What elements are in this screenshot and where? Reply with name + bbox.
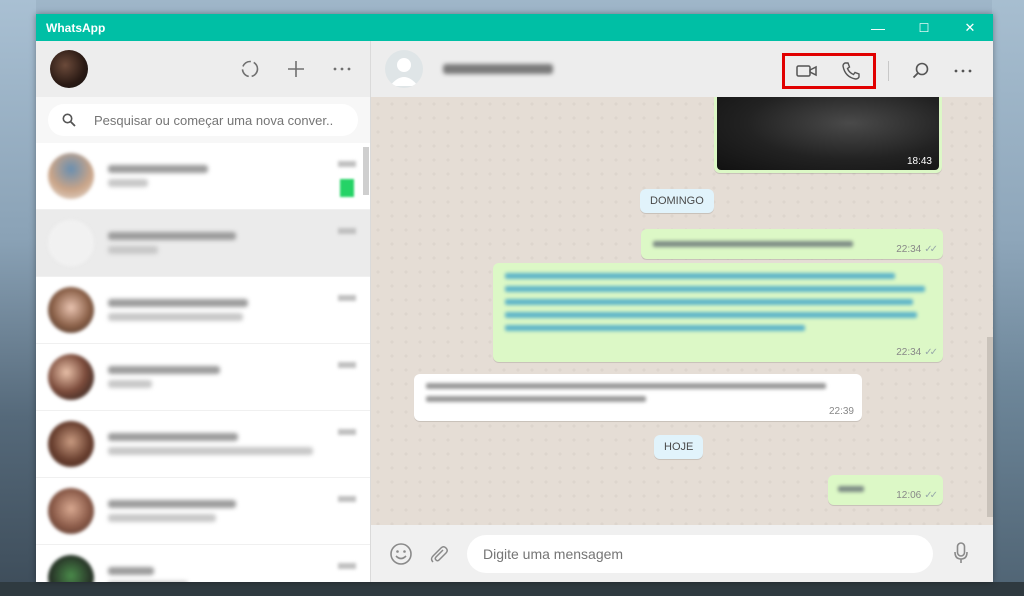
sidebar	[36, 41, 371, 582]
date-chip: DOMINGO	[640, 189, 714, 213]
voice-call-icon[interactable]	[837, 57, 865, 85]
image-message[interactable]: 18:43	[714, 97, 942, 173]
close-button[interactable]: ✕	[947, 14, 993, 41]
chat-list-item[interactable]	[36, 411, 370, 478]
desktop-background-bottom	[0, 582, 1024, 596]
message-input[interactable]	[483, 545, 903, 562]
message-bubble[interactable]: 12:06 ✓✓	[828, 475, 943, 505]
message-input-box[interactable]	[467, 534, 933, 573]
new-chat-icon[interactable]	[282, 55, 310, 83]
message-bubble[interactable]: 22:39	[414, 374, 862, 421]
default-user-icon	[390, 58, 418, 86]
read-ticks-icon: ✓✓	[924, 244, 938, 255]
minimize-button[interactable]: —	[855, 14, 901, 41]
message-time: 22:34	[896, 347, 922, 358]
chat-list-item-selected[interactable]	[36, 210, 370, 277]
emoji-icon[interactable]	[387, 540, 415, 568]
contact-name[interactable]	[443, 64, 553, 74]
desktop-background-right	[992, 0, 1024, 596]
chat-list-item[interactable]	[36, 344, 370, 411]
status-icon[interactable]	[236, 55, 264, 83]
chat-list-item[interactable]	[36, 143, 370, 210]
chat-list-item[interactable]	[36, 545, 370, 582]
message-time: 22:39	[828, 406, 854, 417]
message-time: 22:34	[896, 244, 922, 255]
search-area	[36, 97, 370, 143]
chat-list[interactable]	[36, 143, 370, 582]
message-area[interactable]: 18:43 DOMINGO 22:34 ✓✓ 22:34 ✓✓ 22:39 HO…	[371, 97, 993, 525]
chat-avatar	[48, 153, 94, 199]
message-time: 12:06	[896, 490, 922, 501]
window-controls: — ☐ ✕	[855, 14, 993, 41]
search-input[interactable]	[94, 112, 334, 128]
header-divider	[888, 61, 889, 81]
search-icon[interactable]	[907, 57, 935, 85]
menu-icon[interactable]	[328, 55, 356, 83]
message-bubble[interactable]: 22:34 ✓✓	[493, 263, 943, 362]
window-title: WhatsApp	[46, 20, 106, 35]
chat-avatar	[48, 287, 94, 333]
conversation-header	[371, 41, 993, 97]
menu-icon[interactable]	[949, 57, 977, 85]
microphone-icon[interactable]	[947, 539, 975, 567]
message-time: 18:43	[906, 156, 932, 167]
chat-avatar	[48, 421, 94, 467]
unread-badge	[340, 179, 354, 197]
chat-avatar	[48, 220, 94, 266]
message-bubble[interactable]: 22:34 ✓✓	[641, 229, 943, 259]
attach-icon[interactable]	[425, 540, 453, 568]
video-call-icon[interactable]	[793, 57, 821, 85]
contact-avatar[interactable]	[385, 50, 423, 88]
message-composer	[371, 525, 993, 582]
title-bar[interactable]: WhatsApp — ☐ ✕	[36, 14, 993, 41]
read-ticks-icon: ✓✓	[924, 490, 938, 501]
chat-list-scrollbar[interactable]	[363, 147, 369, 195]
call-buttons-highlight	[782, 53, 876, 89]
profile-avatar[interactable]	[50, 50, 88, 88]
chat-list-item[interactable]	[36, 277, 370, 344]
chat-avatar	[48, 555, 94, 582]
header-actions	[782, 53, 977, 89]
chat-avatar	[48, 354, 94, 400]
message-area-scrollbar[interactable]	[987, 337, 993, 517]
date-chip: HOJE	[654, 435, 704, 459]
maximize-button[interactable]: ☐	[901, 14, 947, 41]
chat-list-item[interactable]	[36, 478, 370, 545]
desktop-background-left	[0, 0, 36, 596]
whatsapp-window: WhatsApp — ☐ ✕ Pesquisar ou começar uma …	[36, 14, 993, 582]
chat-avatar	[48, 488, 94, 534]
conversation-pane: 18:43 DOMINGO 22:34 ✓✓ 22:34 ✓✓ 22:39 HO…	[371, 41, 993, 582]
message-photo[interactable]	[717, 97, 939, 170]
read-ticks-icon: ✓✓	[924, 347, 938, 358]
sidebar-header	[36, 41, 370, 97]
search-icon	[62, 113, 76, 127]
search-box[interactable]	[48, 104, 358, 136]
